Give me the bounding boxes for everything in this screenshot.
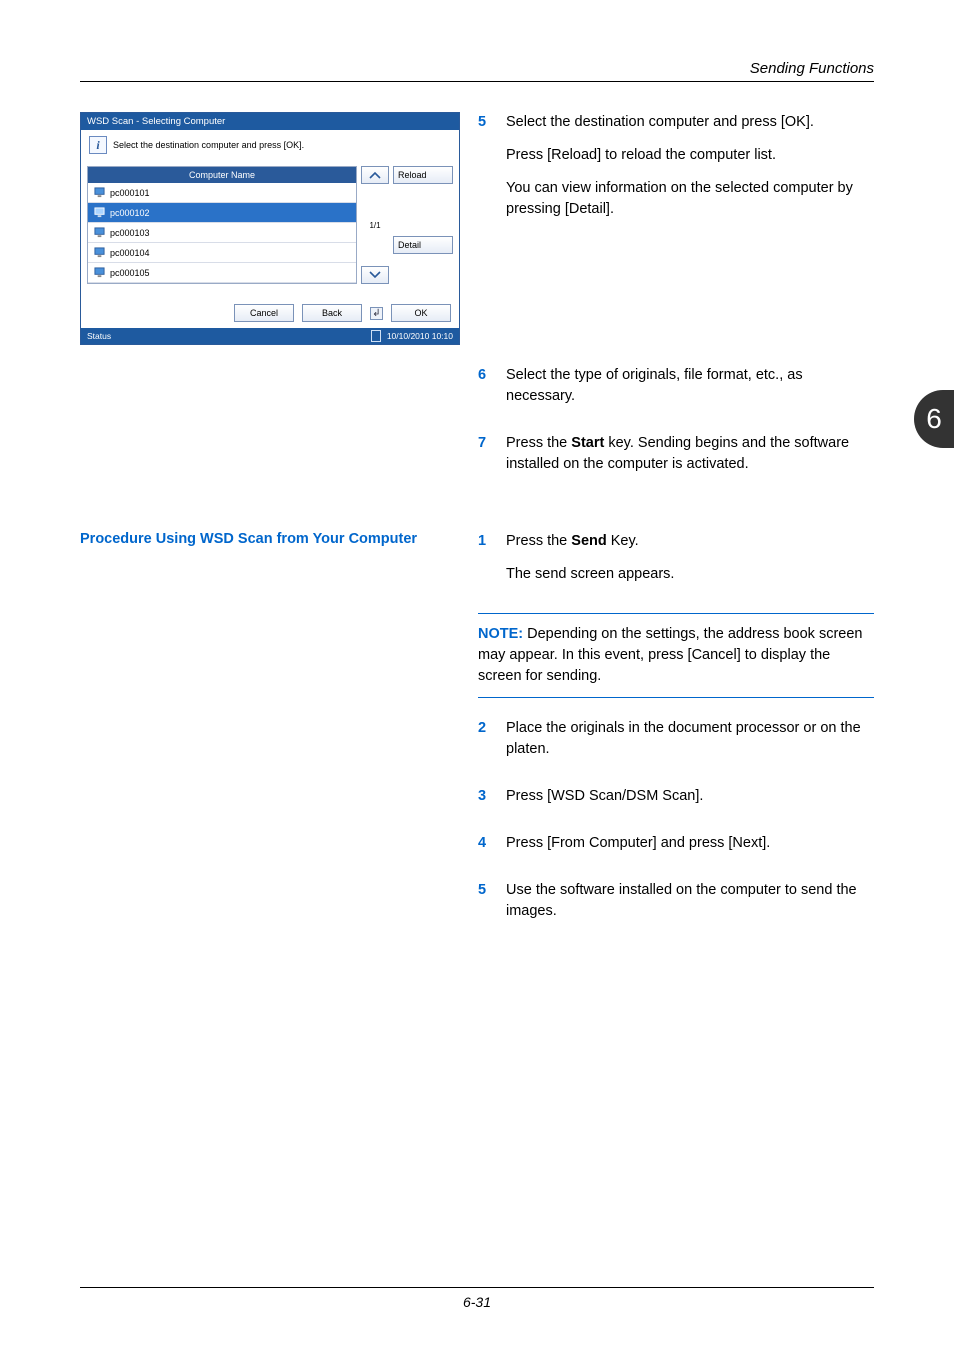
step-text: Press the Start key. Sending begins and … bbox=[506, 433, 874, 475]
step-number: 5 bbox=[478, 880, 492, 934]
list-item[interactable]: pc000101 bbox=[88, 183, 356, 203]
scroll-down-button[interactable] bbox=[361, 266, 389, 284]
note-label: NOTE: bbox=[478, 626, 523, 642]
computer-name: pc000102 bbox=[110, 208, 150, 218]
detail-button[interactable]: Detail bbox=[393, 236, 453, 254]
list-item[interactable]: pc000102 bbox=[88, 203, 356, 223]
step-text: Select the type of originals, file forma… bbox=[506, 365, 874, 407]
step-text: Press the Send Key. bbox=[506, 531, 674, 552]
computer-icon bbox=[94, 207, 105, 218]
dialog-instruction: Select the destination computer and pres… bbox=[113, 140, 304, 150]
note-block: NOTE: Depending on the settings, the add… bbox=[478, 613, 874, 698]
list-item[interactable]: pc000104 bbox=[88, 243, 356, 263]
back-button[interactable]: Back bbox=[302, 304, 362, 322]
step-number: 4 bbox=[478, 833, 492, 866]
page-footer: 6-31 bbox=[80, 1287, 874, 1310]
page-indicator: 1/1 bbox=[361, 184, 389, 266]
cancel-button[interactable]: Cancel bbox=[234, 304, 294, 322]
computer-name: pc000105 bbox=[110, 268, 150, 278]
computer-name: pc000104 bbox=[110, 248, 150, 258]
chevron-up-icon bbox=[369, 171, 381, 179]
step-number: 1 bbox=[478, 531, 492, 597]
ok-button[interactable]: OK bbox=[391, 304, 451, 322]
status-label[interactable]: Status bbox=[87, 331, 111, 341]
step-text: You can view information on the selected… bbox=[506, 178, 874, 220]
dialog-title: WSD Scan - Selecting Computer bbox=[81, 113, 459, 130]
step-text: Press [WSD Scan/DSM Scan]. bbox=[506, 786, 703, 807]
step-text: Press [Reload] to reload the computer li… bbox=[506, 145, 874, 166]
step-text: Select the destination computer and pres… bbox=[506, 112, 874, 133]
copies-icon bbox=[371, 330, 381, 342]
status-timestamp: 10/10/2010 10:10 bbox=[387, 331, 453, 341]
enter-icon: ↲ bbox=[370, 307, 383, 320]
step-number: 5 bbox=[478, 112, 492, 232]
step-text: Place the originals in the document proc… bbox=[506, 718, 874, 760]
section-header: Sending Functions bbox=[80, 60, 874, 82]
reload-button[interactable]: Reload bbox=[393, 166, 453, 184]
computer-name: pc000103 bbox=[110, 228, 150, 238]
procedure-heading: Procedure Using WSD Scan from Your Compu… bbox=[80, 531, 460, 547]
step-text: Press [From Computer] and press [Next]. bbox=[506, 833, 770, 854]
step-text: Use the software installed on the comput… bbox=[506, 880, 874, 922]
step-number: 3 bbox=[478, 786, 492, 819]
computer-name: pc000101 bbox=[110, 188, 150, 198]
chapter-tab: 6 bbox=[914, 390, 954, 448]
chevron-down-icon bbox=[369, 271, 381, 279]
step-number: 6 bbox=[478, 365, 492, 419]
computer-icon bbox=[94, 247, 105, 258]
computer-list: Computer Name pc000101 pc000102 pc000103 bbox=[87, 166, 357, 284]
computer-icon bbox=[94, 267, 105, 278]
computer-icon bbox=[94, 227, 105, 238]
step-number: 7 bbox=[478, 433, 492, 487]
scroll-up-button[interactable] bbox=[361, 166, 389, 184]
list-header: Computer Name bbox=[88, 167, 356, 183]
note-text: Depending on the settings, the address b… bbox=[478, 626, 862, 684]
step-text: The send screen appears. bbox=[506, 564, 674, 585]
info-icon: i bbox=[89, 136, 107, 154]
step-number: 2 bbox=[478, 718, 492, 772]
wsd-scan-dialog: WSD Scan - Selecting Computer i Select t… bbox=[80, 112, 460, 345]
list-item[interactable]: pc000103 bbox=[88, 223, 356, 243]
list-item[interactable]: pc000105 bbox=[88, 263, 356, 283]
computer-icon bbox=[94, 187, 105, 198]
